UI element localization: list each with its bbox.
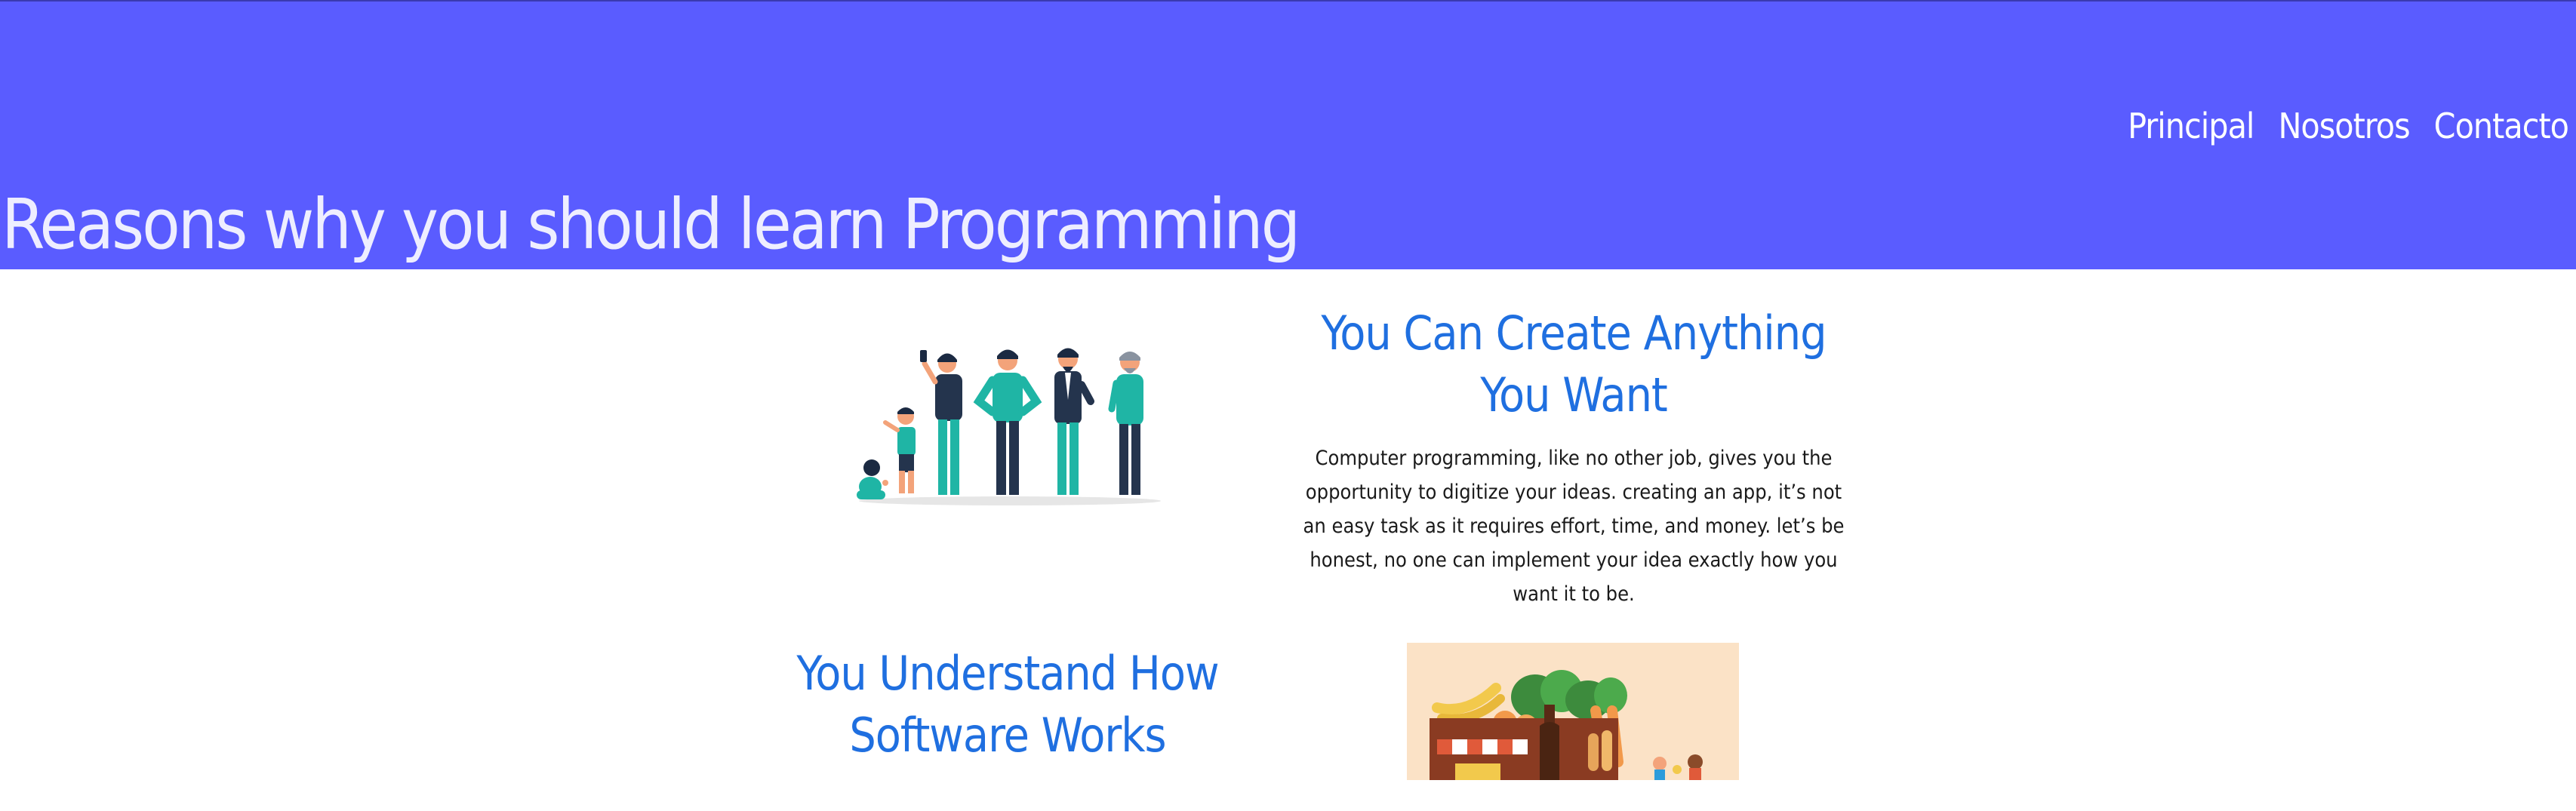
section-title-create: You Can Create Anything You Want <box>1321 306 1827 422</box>
market-stall-illustration <box>1407 643 1739 780</box>
section-text-create: Computer programming, like no other job,… <box>1303 447 1845 606</box>
nav-link-nosotros[interactable]: Nosotros <box>2278 106 2410 146</box>
site-header: Principal Nosotros Contacto Reasons why … <box>0 0 2576 269</box>
nav-link-contacto[interactable]: Contacto <box>2434 106 2569 146</box>
people-growth-illustration <box>849 339 1170 509</box>
main-nav: Principal Nosotros Contacto <box>2128 106 2569 146</box>
section-title-understand: You Understand How Software Works <box>796 646 1219 763</box>
nav-link-principal[interactable]: Principal <box>2128 106 2254 146</box>
page-title: Reasons why you should learn Programming <box>2 184 1300 265</box>
